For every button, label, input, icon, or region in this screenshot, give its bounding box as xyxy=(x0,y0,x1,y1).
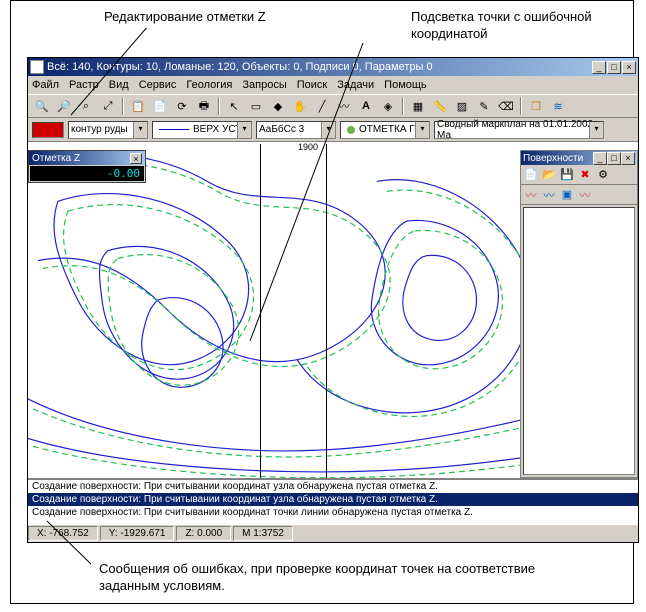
zoom-extents-icon[interactable]: ⤢ xyxy=(98,96,118,116)
app-icon xyxy=(30,60,44,74)
eyedropper-icon[interactable]: ✎ xyxy=(474,96,494,116)
settings-surface-icon[interactable]: ⚙ xyxy=(595,167,611,183)
fill-icon[interactable]: ▨ xyxy=(452,96,472,116)
grid-icon[interactable]: ▦ xyxy=(408,96,428,116)
message-row[interactable]: Создание поверхности: При считывании коо… xyxy=(28,506,638,519)
paste-icon[interactable]: 📄 xyxy=(150,96,170,116)
pointer-icon[interactable]: ↖ xyxy=(224,96,244,116)
info-value: Сводный маркплан на 01.01.2002г. Ма xyxy=(437,119,601,141)
surface-wire-blue-icon[interactable]: 〰 xyxy=(541,187,557,203)
chevron-down-icon[interactable]: ▾ xyxy=(237,122,251,138)
marker-icon[interactable]: ◈ xyxy=(378,96,398,116)
delete-surface-icon[interactable]: ✖ xyxy=(577,167,593,183)
layer-combo[interactable]: контур руды ▾ xyxy=(68,121,148,139)
window-controls: _ □ × xyxy=(592,61,636,74)
surface-wire-red2-icon[interactable]: 〰 xyxy=(577,187,593,203)
line-sample-icon xyxy=(159,129,189,130)
node-icon[interactable]: ◆ xyxy=(268,96,288,116)
surfaces-toolbar-2: 〰 〰 ▣ 〰 xyxy=(521,185,637,205)
surfaces-panel-title: Поверхности xyxy=(523,153,593,164)
menu-geology[interactable]: Геология xyxy=(186,79,232,91)
open-surface-icon[interactable]: 📂 xyxy=(541,167,557,183)
copy-icon[interactable]: 📋 xyxy=(128,96,148,116)
callout-edit-z: Редактирование отметки Z xyxy=(96,5,274,28)
font-combo[interactable]: АаБбСс 3 ▾ xyxy=(256,121,336,139)
callout-highlight-point: Подсветка точки с ошибочной координатой xyxy=(403,5,613,47)
toolbar-style: контур руды ▾ ВЕРХ УСТЬ ▾ АаБбСс 3 ▾ ОТМ… xyxy=(28,118,638,142)
message-panel[interactable]: Создание поверхности: При считывании коо… xyxy=(28,478,638,524)
polyline-icon[interactable]: 〰 xyxy=(334,96,354,116)
z-editor-close-button[interactable]: × xyxy=(130,153,142,164)
zoom-out-icon[interactable]: 🔎 xyxy=(54,96,74,116)
menu-queries[interactable]: Запросы xyxy=(242,79,286,91)
pan-icon[interactable]: ✋ xyxy=(290,96,310,116)
menubar: Файл Растр Вид Сервис Геология Запросы П… xyxy=(28,76,638,94)
z-editor-panel[interactable]: Отметка Z × -0.00 xyxy=(28,150,146,183)
message-row[interactable]: Создание поверхности: При считывании коо… xyxy=(28,480,638,493)
eraser-icon[interactable]: ⌫ xyxy=(496,96,516,116)
menu-view[interactable]: Вид xyxy=(109,79,129,91)
marker-combo[interactable]: ОТМЕТКА Г ▾ xyxy=(340,121,430,139)
chevron-down-icon[interactable]: ▾ xyxy=(321,122,335,138)
chevron-down-icon[interactable]: ▾ xyxy=(133,122,147,138)
titlebar: Всё: 140, Контуры: 10, Ломаные: 120, Объ… xyxy=(28,58,638,76)
window-title: Всё: 140, Контуры: 10, Ломаные: 120, Объ… xyxy=(47,61,592,73)
close-button[interactable]: × xyxy=(622,61,636,74)
status-scale: М 1:3752 xyxy=(233,526,293,541)
surfaces-list[interactable] xyxy=(523,207,635,475)
app-window: Всё: 140, Контуры: 10, Ломаные: 120, Объ… xyxy=(27,57,639,543)
menu-service[interactable]: Сервис xyxy=(139,79,177,91)
zoom-in-icon[interactable]: 🔍 xyxy=(32,96,52,116)
surfaces-close-button[interactable]: × xyxy=(621,152,635,165)
surfaces-icon[interactable]: ≋ xyxy=(548,96,568,116)
chevron-down-icon[interactable]: ▾ xyxy=(589,122,603,138)
minimize-button[interactable]: _ xyxy=(592,61,606,74)
menu-raster[interactable]: Растр xyxy=(69,79,99,91)
save-surface-icon[interactable]: 💾 xyxy=(559,167,575,183)
surfaces-maximize-button[interactable]: □ xyxy=(607,152,621,165)
text-icon[interactable]: A xyxy=(356,96,376,116)
font-size: 3 xyxy=(299,124,305,135)
color-swatch[interactable] xyxy=(32,122,64,138)
z-editor-value[interactable]: -0.00 xyxy=(30,166,144,181)
surfaces-minimize-button[interactable]: _ xyxy=(593,152,607,165)
marker-sample-icon xyxy=(347,126,355,134)
surface-fill-icon[interactable]: ▣ xyxy=(559,187,575,203)
surface-wire-red-icon[interactable]: 〰 xyxy=(523,187,539,203)
surfaces-toolbar-1: 📄 📂 💾 ✖ ⚙ xyxy=(521,165,637,185)
message-row-selected[interactable]: Создание поверхности: При считывании коо… xyxy=(28,493,638,506)
menu-search[interactable]: Поиск xyxy=(297,79,327,91)
status-x: X: -768.752 xyxy=(28,526,98,541)
font-sample: АаБбСс xyxy=(259,124,296,135)
axis-tick: 1900 xyxy=(298,142,318,152)
zoom-window-icon[interactable]: ⌕ xyxy=(76,96,96,116)
line-icon[interactable]: ╱ xyxy=(312,96,332,116)
refresh-icon[interactable]: ⟳ xyxy=(172,96,192,116)
select-icon[interactable]: ▭ xyxy=(246,96,266,116)
status-bar: X: -768.752 Y: -1929.671 Z: 0.000 М 1:37… xyxy=(28,524,638,542)
print-icon[interactable]: 🖶 xyxy=(194,96,214,116)
new-surface-icon[interactable]: 📄 xyxy=(523,167,539,183)
status-y: Y: -1929.671 xyxy=(100,526,175,541)
marker-value: ОТМЕТКА Г xyxy=(359,124,415,135)
maximize-button[interactable]: □ xyxy=(607,61,621,74)
layer-combo-value: контур руды xyxy=(71,124,128,135)
info-combo[interactable]: Сводный маркплан на 01.01.2002г. Ма ▾ xyxy=(434,121,604,139)
measure-icon[interactable]: 📏 xyxy=(430,96,450,116)
linestyle-combo[interactable]: ВЕРХ УСТЬ ▾ xyxy=(152,121,252,139)
menu-file[interactable]: Файл xyxy=(32,79,59,91)
surfaces-panel: Поверхности _ □ × 📄 📂 💾 ✖ ⚙ 〰 〰 ▣ 〰 xyxy=(520,150,638,478)
menu-help[interactable]: Помощь xyxy=(384,79,427,91)
menu-tasks[interactable]: Задачи xyxy=(337,79,374,91)
callout-error-messages: Сообщения об ошибках, при проверке коорд… xyxy=(91,556,551,599)
z-editor-title: Отметка Z xyxy=(32,153,80,164)
chevron-down-icon[interactable]: ▾ xyxy=(415,122,429,138)
layers-icon[interactable]: ❐ xyxy=(526,96,546,116)
toolbar-main: 🔍 🔎 ⌕ ⤢ 📋 📄 ⟳ 🖶 ↖ ▭ ◆ ✋ ╱ 〰 A ◈ ▦ 📏 ▨ ✎ … xyxy=(28,94,638,118)
status-z: Z: 0.000 xyxy=(176,526,231,541)
